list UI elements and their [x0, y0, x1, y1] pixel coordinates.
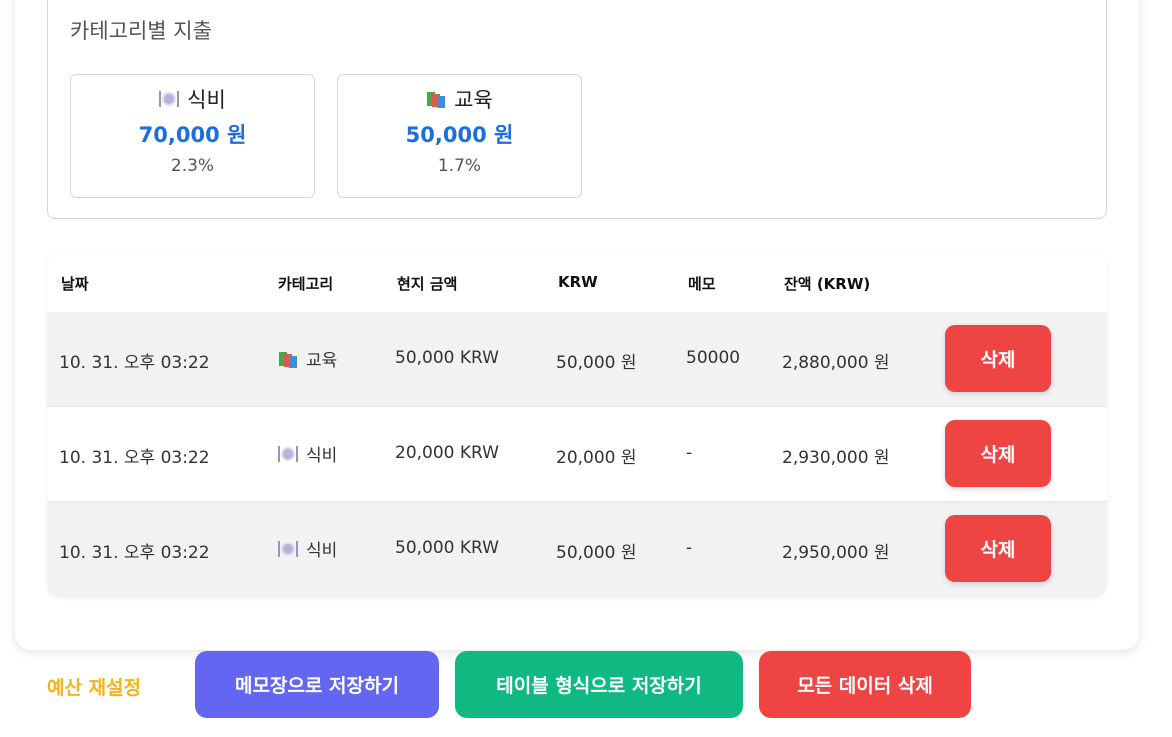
- table-row: 10. 31. 오후 03:22 식비 20,000 KRW 20,000 원 …: [47, 407, 1107, 502]
- table-row: 10. 31. 오후 03:22 식비 50,000 KRW 50,000 원 …: [47, 502, 1107, 597]
- cell-local-amount: 20,000 KRW: [395, 443, 499, 463]
- cell-date: 10. 31. 오후 03:22: [59, 353, 210, 373]
- category-card-education: 교육 50,000 원 1.7%: [337, 74, 582, 198]
- category-panel-title: 카테고리별 지출: [70, 19, 212, 43]
- table-header: 날짜 카테고리 현지 금액 KRW 메모 잔액 (KRW): [47, 252, 1107, 312]
- cell-category-label: 식비: [306, 541, 338, 561]
- cell-balance: 2,880,000 원: [782, 353, 890, 373]
- header-balance: 잔액 (KRW): [784, 275, 871, 293]
- delete-button[interactable]: 삭제: [945, 325, 1051, 392]
- cell-memo: -: [686, 538, 693, 558]
- plate-icon: [278, 539, 298, 559]
- cell-balance: 2,930,000 원: [782, 448, 890, 468]
- cell-krw: 50,000 원: [556, 353, 637, 373]
- cell-category: 식비: [278, 536, 337, 561]
- save-memo-button[interactable]: 메모장으로 저장하기: [195, 651, 439, 718]
- reset-budget-link[interactable]: 예산 재설정: [47, 673, 141, 700]
- cell-balance: 2,950,000 원: [782, 543, 890, 563]
- category-card-percent: 2.3%: [170, 156, 215, 176]
- cell-memo: -: [686, 443, 693, 463]
- delete-button[interactable]: 삭제: [945, 515, 1051, 582]
- cell-date: 10. 31. 오후 03:22: [59, 543, 210, 563]
- category-card-food: 식비 70,000 원 2.3%: [70, 74, 315, 198]
- plate-icon: [159, 89, 180, 109]
- delete-button[interactable]: 삭제: [945, 420, 1051, 487]
- category-card-amount: 70,000 원: [138, 123, 247, 147]
- cell-category-label: 교육: [306, 351, 338, 371]
- delete-all-button[interactable]: 모든 데이터 삭제: [759, 651, 971, 718]
- cell-date: 10. 31. 오후 03:22: [59, 448, 210, 468]
- cell-category: 식비: [278, 441, 337, 466]
- books-icon: [278, 349, 298, 369]
- table-row: 10. 31. 오후 03:22 교육 50,000 KRW 50,000 원 …: [47, 312, 1107, 407]
- books-icon: [426, 89, 446, 109]
- header-krw: KRW: [558, 273, 598, 291]
- header-date: 날짜: [61, 275, 89, 293]
- header-memo: 메모: [688, 275, 716, 293]
- category-spending-panel: 카테고리별 지출 식비 70,000 원 2.3% 교육 50,000 원 1.…: [47, 0, 1107, 219]
- category-card-percent: 1.7%: [437, 156, 482, 176]
- cell-category-label: 식비: [306, 446, 338, 466]
- header-local-amount: 현지 금액: [397, 275, 458, 293]
- category-card-name: 식비: [187, 88, 226, 112]
- cell-category: 교육: [278, 346, 337, 371]
- category-card-amount: 50,000 원: [405, 123, 514, 147]
- cell-local-amount: 50,000 KRW: [395, 538, 499, 558]
- cell-local-amount: 50,000 KRW: [395, 348, 499, 368]
- header-category: 카테고리: [278, 275, 334, 293]
- plate-icon: [278, 444, 298, 464]
- transactions-table: 날짜 카테고리 현지 금액 KRW 메모 잔액 (KRW) 10. 31. 오후…: [47, 252, 1107, 597]
- save-table-button[interactable]: 테이블 형식으로 저장하기: [455, 651, 743, 718]
- category-card-name: 교육: [454, 88, 493, 112]
- cell-memo: 50000: [686, 348, 741, 368]
- cell-krw: 20,000 원: [556, 448, 637, 468]
- cell-krw: 50,000 원: [556, 543, 637, 563]
